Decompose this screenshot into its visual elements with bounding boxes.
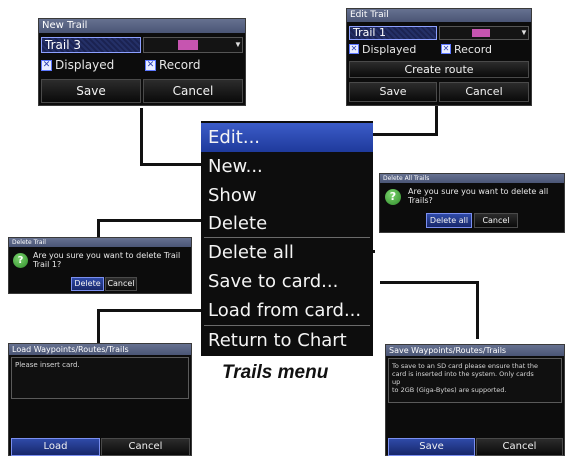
displayed-checkbox[interactable]: ✕ Displayed	[349, 42, 416, 56]
connector-line	[380, 281, 478, 284]
create-route-button[interactable]: Create route	[349, 61, 529, 78]
message-panel: Please insert card.	[11, 357, 189, 399]
displayed-checkbox[interactable]: ✕ Displayed	[41, 57, 114, 73]
save-dialog: Save Waypoints/Routes/Trails To save to …	[385, 344, 565, 456]
record-label: Record	[159, 58, 201, 72]
trail-name-input[interactable]: Trail 1	[349, 26, 437, 40]
connector-line	[140, 108, 143, 165]
cancel-button[interactable]: Cancel	[105, 277, 137, 291]
record-checkbox[interactable]: ✕ Record	[145, 57, 200, 73]
displayed-label: Displayed	[55, 58, 115, 72]
menu-item-show[interactable]: Show	[201, 181, 373, 210]
connector-line	[435, 106, 438, 136]
record-checkbox[interactable]: ✕ Record	[441, 42, 492, 56]
dialog-title: Save Waypoints/Routes/Trails	[386, 345, 564, 356]
trails-menu: Edit... New... Show Delete Delete all Sa…	[201, 121, 373, 356]
connector-line	[140, 163, 201, 166]
new-trail-dialog: New Trail Trail 3 ▼ ✕ Displayed ✕ Record…	[38, 18, 246, 106]
menu-item-load-from-card[interactable]: Load from card...	[201, 296, 373, 325]
cancel-button[interactable]: Cancel	[143, 79, 243, 103]
menu-item-delete-all[interactable]: Delete all	[201, 238, 373, 267]
dropdown-arrow-icon: ▼	[234, 40, 242, 49]
delete-all-button[interactable]: Delete all	[426, 213, 472, 228]
cancel-button[interactable]: Cancel	[101, 438, 190, 456]
checkbox-icon: ✕	[441, 44, 451, 54]
delete-trail-dialog: Delete Trail ? Are you sure you want to …	[8, 237, 192, 294]
menu-item-new[interactable]: New...	[201, 152, 373, 181]
menu-item-delete[interactable]: Delete	[201, 209, 373, 238]
checkbox-icon: ✕	[41, 59, 52, 71]
trail-color-swatch	[472, 29, 490, 37]
save-button[interactable]: Save	[388, 438, 475, 456]
trail-color-dropdown[interactable]: ▼	[439, 26, 529, 40]
figure-caption: Trails menu	[222, 362, 329, 383]
trail-color-dropdown[interactable]: ▼	[143, 37, 243, 53]
trail-color-swatch	[178, 40, 198, 50]
load-button[interactable]: Load	[11, 438, 100, 456]
menu-item-edit[interactable]: Edit...	[201, 123, 373, 152]
menu-item-save-to-card[interactable]: Save to card...	[201, 267, 373, 296]
checkbox-icon: ✕	[349, 44, 359, 54]
menu-item-return-to-chart[interactable]: Return to Chart	[201, 326, 373, 355]
question-icon: ?	[385, 189, 401, 205]
edit-trail-dialog: Edit Trail Trail 1 ▼ ✕ Displayed ✕ Recor…	[346, 8, 532, 106]
connector-line	[97, 309, 100, 343]
dialog-title: Edit Trail	[347, 9, 531, 22]
save-button[interactable]: Save	[349, 82, 437, 102]
cancel-button[interactable]: Cancel	[439, 82, 529, 102]
displayed-label: Displayed	[362, 42, 417, 56]
dropdown-arrow-icon: ▼	[520, 28, 528, 37]
question-icon: ?	[13, 253, 28, 268]
dialog-title: Delete All Trails	[380, 174, 564, 183]
message-panel: To save to an SD card please ensure that…	[388, 358, 562, 403]
connector-line	[97, 219, 201, 222]
save-button[interactable]: Save	[41, 79, 141, 103]
cancel-button[interactable]: Cancel	[474, 213, 518, 228]
dialog-title: New Trail	[39, 19, 245, 33]
connector-line	[476, 281, 479, 339]
delete-all-dialog: Delete All Trails ? Are you sure you wan…	[379, 173, 565, 233]
dialog-title: Load Waypoints/Routes/Trails	[9, 344, 191, 355]
connector-line	[97, 309, 201, 312]
dialog-title: Delete Trail	[9, 238, 191, 247]
dialog-message: Are you sure you want to delete all Trai…	[408, 187, 549, 205]
trail-name-input[interactable]: Trail 3	[41, 37, 141, 53]
delete-button[interactable]: Delete	[71, 277, 104, 291]
record-label: Record	[454, 42, 493, 56]
load-dialog: Load Waypoints/Routes/Trails Please inse…	[8, 343, 192, 456]
dialog-message: Are you sure you want to delete Trail Tr…	[33, 251, 181, 269]
checkbox-icon: ✕	[145, 59, 156, 71]
cancel-button[interactable]: Cancel	[476, 438, 563, 456]
connector-line	[373, 133, 438, 136]
